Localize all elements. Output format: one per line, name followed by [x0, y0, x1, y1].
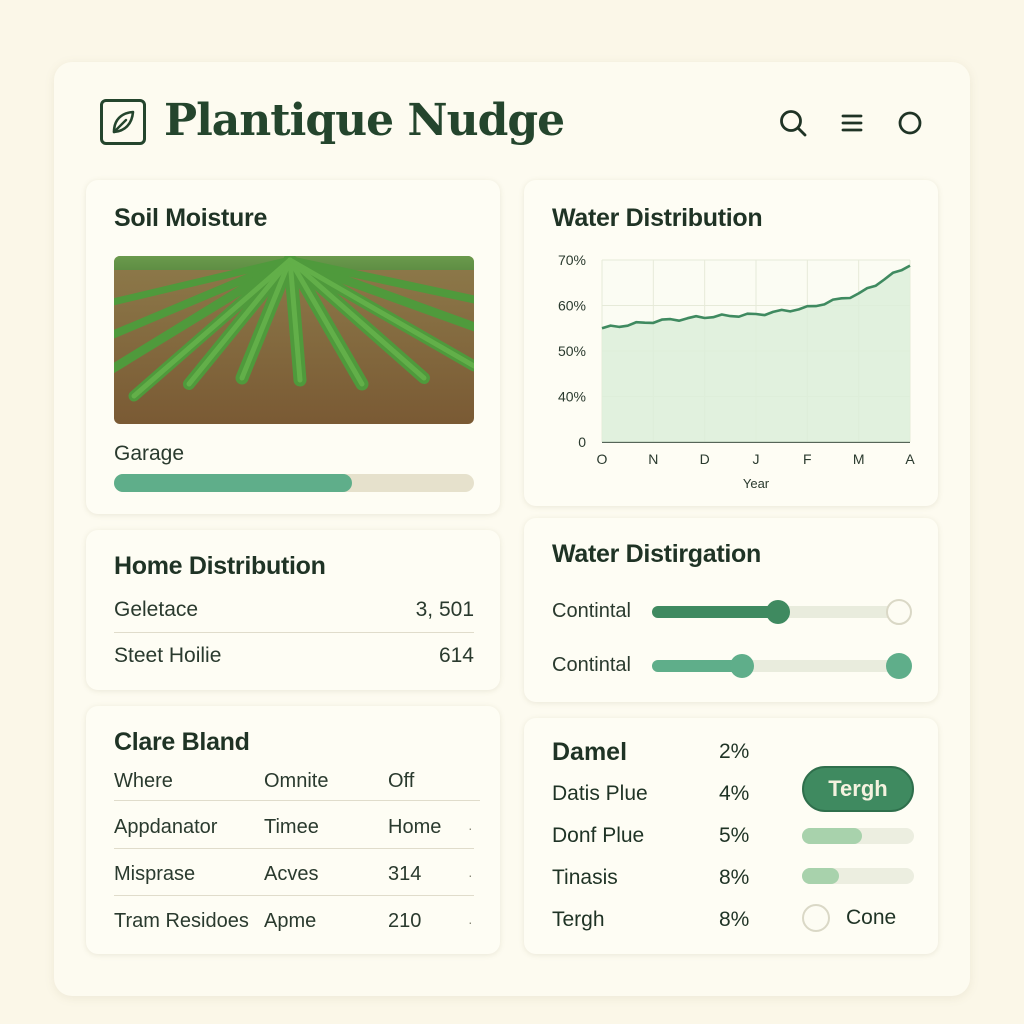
- percent-list-card: Damel 2% Datis Plue 4% Donf Plue 5% Tina…: [524, 718, 938, 954]
- divider: [114, 632, 474, 633]
- card-title: Soil Moisture: [114, 204, 268, 232]
- app-title: Plantique Nudge: [164, 95, 565, 146]
- tergh-button[interactable]: Tergh: [802, 766, 914, 812]
- list-value: 4%: [719, 782, 750, 805]
- mini-progress-bar: [802, 828, 914, 844]
- water-distirgation-card: Water Distirgation Contintal Contintal: [524, 518, 938, 702]
- divider: [114, 848, 474, 849]
- row-label: Geletace: [114, 598, 199, 621]
- list-label: Datis Plue: [552, 782, 648, 805]
- x-tick-label: F: [803, 451, 812, 467]
- water-distribution-card: Water Distribution 0 40% 50% 60% 70% O N D J F M A Y…: [524, 180, 938, 506]
- list-item: Steet Hoilie 614: [114, 634, 474, 678]
- soil-label: Garage: [114, 442, 185, 465]
- search-icon[interactable]: [778, 108, 808, 138]
- row-value: 3, 501: [415, 598, 474, 621]
- home-distribution-card: Home Distribution Geletace 3, 501 Steet …: [86, 530, 500, 690]
- slider-2[interactable]: [652, 653, 912, 679]
- slider-end-handle[interactable]: [886, 653, 912, 679]
- app-window: Plantique Nudge Soil Moisture Garage Wat…: [54, 62, 970, 996]
- x-tick-label: D: [700, 451, 710, 467]
- row-dot-icon: ·: [468, 867, 473, 883]
- x-tick-label: N: [648, 451, 658, 467]
- table-cell: 210: [388, 910, 422, 932]
- leaf-logo-icon: [100, 99, 146, 145]
- slider-1[interactable]: [652, 599, 912, 625]
- moisture-progress-fill: [114, 474, 352, 492]
- soil-moisture-card: Soil Moisture Garage: [86, 180, 500, 514]
- slider-label: Contintal: [552, 600, 631, 622]
- list-label: Tinasis: [552, 866, 618, 889]
- slider-end-handle[interactable]: [886, 599, 912, 625]
- divider: [114, 895, 474, 896]
- x-tick-label: A: [905, 451, 915, 467]
- crop-field-image: [114, 256, 474, 424]
- y-tick-label: 60%: [558, 298, 586, 314]
- table-cell: Tram Residoes: [114, 910, 249, 932]
- list-label: Damel: [552, 738, 628, 766]
- y-tick-label: 40%: [558, 389, 586, 405]
- row-dot-icon: ·: [468, 914, 473, 930]
- table-cell: Misprase: [114, 863, 196, 885]
- card-title: Clare Bland: [114, 728, 250, 756]
- water-distribution-chart: 0 40% 50% 60% 70% O N D J F M A Year: [558, 252, 915, 491]
- column-header: Omnite: [264, 770, 329, 792]
- x-tick-label: J: [753, 451, 760, 467]
- list-label: Tergh: [552, 908, 605, 931]
- divider: [114, 800, 480, 801]
- menu-icon[interactable]: [837, 108, 867, 138]
- slider-handle[interactable]: [730, 654, 755, 678]
- table-cell: Acves: [264, 863, 319, 885]
- clare-bland-card: Clare Bland Where Omnite Off Appdanator …: [86, 706, 500, 954]
- x-tick-label: M: [853, 451, 865, 467]
- row-dot-icon: ·: [468, 820, 473, 836]
- row-label: Steet Hoilie: [114, 644, 222, 667]
- list-label: Donf Plue: [552, 824, 645, 847]
- mini-progress-fill: [802, 828, 863, 844]
- mini-progress-fill: [802, 868, 839, 884]
- header: Plantique Nudge: [100, 95, 925, 154]
- column-header: Off: [388, 770, 415, 792]
- y-tick-label: 0: [578, 434, 586, 450]
- table-cell: Apme: [264, 910, 317, 932]
- list-item: Geletace 3, 501: [114, 588, 474, 632]
- cone-radio[interactable]: [802, 904, 830, 932]
- x-axis-label: Year: [743, 476, 770, 491]
- circle-icon[interactable]: [895, 108, 925, 138]
- slider-fill: [652, 660, 743, 672]
- mini-progress-bar: [802, 868, 914, 884]
- list-value: 2%: [719, 740, 750, 763]
- table-cell: Appdanator: [114, 816, 218, 838]
- moisture-progress-bar: [114, 474, 474, 492]
- list-value: 8%: [719, 908, 750, 931]
- y-tick-label: 70%: [558, 252, 586, 268]
- list-value: 5%: [719, 824, 750, 847]
- card-title: Home Distribution: [114, 552, 326, 580]
- row-value: 614: [438, 644, 474, 667]
- list-value: 8%: [719, 866, 750, 889]
- table-cell: Home: [388, 816, 442, 838]
- slider-handle[interactable]: [766, 600, 791, 624]
- table-cell: 314: [388, 863, 422, 885]
- column-header: Where: [114, 770, 173, 792]
- radio-label: Cone: [846, 906, 897, 929]
- y-tick-label: 50%: [558, 343, 586, 359]
- slider-label: Contintal: [552, 654, 631, 676]
- x-tick-label: O: [597, 451, 608, 467]
- table-cell: Timee: [264, 816, 319, 838]
- card-title: Water Distirgation: [552, 540, 761, 568]
- slider-fill: [652, 606, 779, 618]
